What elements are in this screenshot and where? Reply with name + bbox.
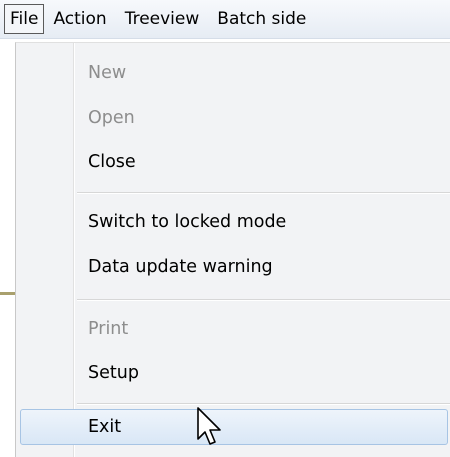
menu-item-exit-hover-highlight[interactable] bbox=[20, 409, 448, 445]
menu-batch-side[interactable]: Batch side bbox=[208, 4, 315, 34]
menu-item-data-update-warning[interactable]: Data update warning bbox=[88, 255, 273, 279]
background-accent-line bbox=[0, 292, 16, 295]
file-menu-dropdown: New Open Close Switch to locked mode Dat… bbox=[15, 42, 450, 457]
menu-item-setup[interactable]: Setup bbox=[88, 361, 139, 385]
menu-separator bbox=[77, 299, 450, 301]
menu-separator bbox=[77, 192, 450, 194]
menu-item-switch-to-locked-mode[interactable]: Switch to locked mode bbox=[88, 210, 286, 234]
menu-action[interactable]: Action bbox=[44, 4, 115, 34]
menu-treeview[interactable]: Treeview bbox=[116, 4, 209, 34]
menu-item-print[interactable]: Print bbox=[88, 317, 128, 341]
menu-file[interactable]: File bbox=[4, 4, 45, 34]
menu-bar: File Action Treeview Batch side bbox=[0, 0, 450, 39]
menu-icon-gutter-divider-highlight bbox=[74, 43, 75, 457]
mouse-pointer-arrow-icon bbox=[197, 407, 221, 445]
menu-separator bbox=[77, 403, 450, 405]
menu-item-new[interactable]: New bbox=[88, 61, 126, 85]
menu-item-exit[interactable]: Exit bbox=[88, 415, 121, 439]
menu-item-open[interactable]: Open bbox=[88, 106, 135, 130]
menu-item-close[interactable]: Close bbox=[88, 150, 136, 174]
